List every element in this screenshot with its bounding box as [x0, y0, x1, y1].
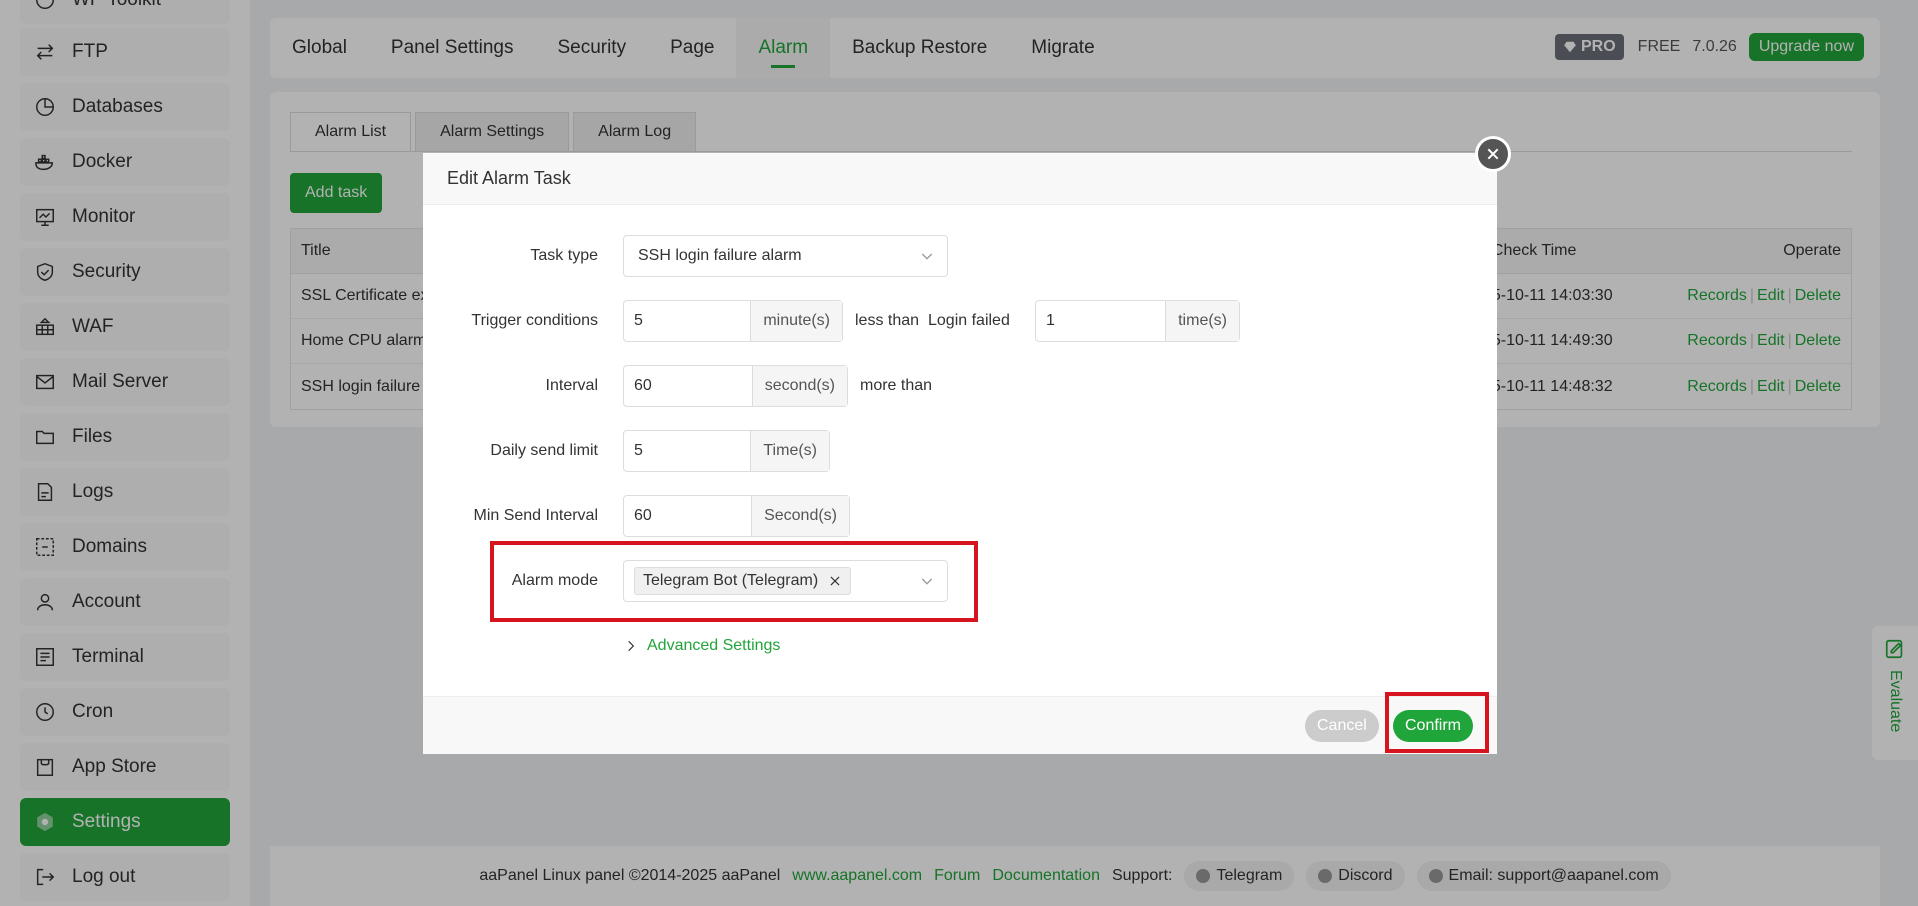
min-send-interval-input[interactable]: 60 Second(s)	[623, 495, 850, 537]
trigger-minutes-unit: minute(s)	[750, 301, 842, 341]
daily-send-limit-unit: Time(s)	[750, 431, 829, 471]
daily-send-limit-label: Daily send limit	[490, 442, 598, 459]
interval-label: Interval	[545, 377, 598, 394]
daily-send-limit-input[interactable]: 5 Time(s)	[623, 430, 830, 472]
close-icon	[1487, 148, 1499, 160]
interval-input[interactable]: 60 second(s)	[623, 365, 848, 407]
chevron-right-icon	[628, 640, 635, 652]
trigger-minutes-input[interactable]: 5 minute(s)	[623, 300, 843, 342]
min-send-interval-value: 60	[634, 507, 652, 524]
task-type-label: Task type	[530, 247, 598, 264]
advanced-settings-toggle[interactable]: Advanced Settings	[625, 637, 780, 655]
edit-alarm-task-dialog: Edit Alarm Task Task type SSH login fail…	[423, 153, 1497, 754]
advanced-settings-label: Advanced Settings	[647, 637, 781, 654]
more-than-text: more than	[860, 377, 933, 394]
dialog-title: Edit Alarm Task	[423, 153, 1497, 205]
daily-send-limit-value: 5	[634, 442, 643, 459]
cancel-button[interactable]: Cancel	[1305, 710, 1379, 742]
confirm-highlight	[1385, 692, 1489, 753]
min-send-interval-unit: Second(s)	[751, 496, 849, 536]
task-type-value: SSH login failure alarm	[638, 247, 802, 264]
interval-value: 60	[634, 377, 652, 394]
dialog-footer: Cancel Confirm	[423, 696, 1497, 754]
trigger-times-value: 1	[1046, 312, 1055, 329]
trigger-times-input[interactable]: 1 time(s)	[1035, 300, 1240, 342]
min-send-interval-label: Min Send Interval	[473, 507, 598, 524]
trigger-minutes-value: 5	[634, 312, 643, 329]
task-type-select[interactable]: SSH login failure alarm	[623, 235, 948, 277]
less-than-text: less than	[855, 312, 920, 329]
login-failed-text: Login failed	[928, 312, 1010, 329]
trigger-conditions-label: Trigger conditions	[471, 312, 598, 329]
trigger-times-unit: time(s)	[1165, 301, 1239, 341]
chevron-down-icon	[921, 253, 933, 260]
dialog-close-button[interactable]	[1475, 136, 1511, 172]
alarm-mode-highlight	[490, 541, 978, 622]
interval-unit: second(s)	[751, 366, 847, 406]
